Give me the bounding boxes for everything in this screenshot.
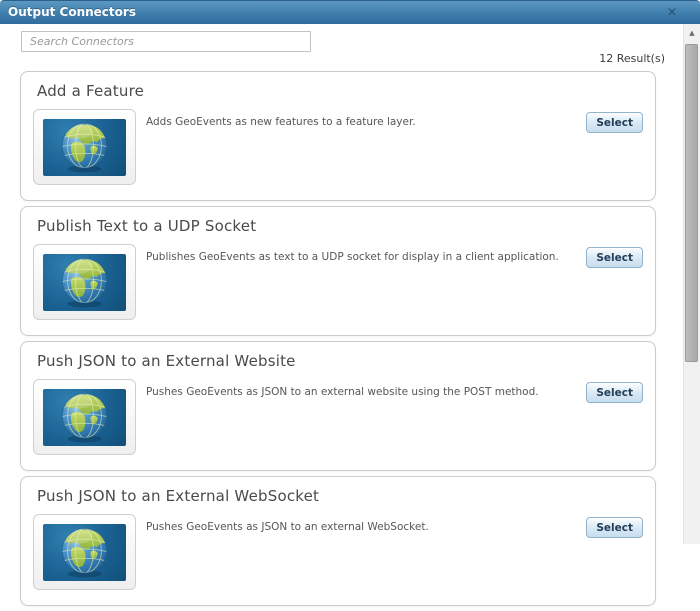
- connector-title: Publish Text to a UDP Socket: [37, 217, 257, 235]
- connector-thumbnail: [33, 379, 136, 455]
- connector-description: Publishes GeoEvents as text to a UDP soc…: [146, 251, 559, 263]
- dialog-title: Output Connectors: [8, 5, 136, 19]
- globe-icon: [43, 253, 126, 311]
- connector-title: Push JSON to an External WebSocket: [37, 487, 320, 505]
- close-icon[interactable]: ✕: [664, 4, 680, 20]
- connector-thumbnail: [33, 514, 136, 590]
- connector-card: Push JSON to an External WebSocket Pushe…: [20, 476, 656, 606]
- globe-icon: [43, 118, 126, 176]
- connector-card: Add a Feature Adds GeoEvents as new feat…: [20, 71, 656, 201]
- connector-title: Push JSON to an External Website: [37, 352, 296, 370]
- connector-card: Push JSON to an External Website Pushes …: [20, 341, 656, 471]
- connector-thumbnail: [33, 244, 136, 320]
- connector-card: Publish Text to a UDP Socket Publishes G…: [20, 206, 656, 336]
- scrollbar-thumb[interactable]: [685, 44, 698, 362]
- connector-list: Add a Feature Adds GeoEvents as new feat…: [20, 71, 656, 611]
- connector-thumbnail: [33, 109, 136, 185]
- connector-description: Pushes GeoEvents as JSON to an external …: [146, 386, 539, 398]
- select-button[interactable]: Select: [586, 517, 643, 538]
- dialog-titlebar: Output Connectors ✕: [0, 0, 700, 24]
- select-button[interactable]: Select: [586, 247, 643, 268]
- connector-description: Pushes GeoEvents as JSON to an external …: [146, 521, 429, 533]
- select-button[interactable]: Select: [586, 112, 643, 133]
- connector-description: Adds GeoEvents as new features to a feat…: [146, 116, 416, 128]
- scroll-up-icon[interactable]: ▲: [684, 26, 700, 40]
- globe-icon: [43, 388, 126, 446]
- search-input[interactable]: [21, 31, 311, 52]
- globe-icon: [43, 523, 126, 581]
- select-button[interactable]: Select: [586, 382, 643, 403]
- results-count: 12 Result(s): [599, 52, 665, 65]
- vertical-scrollbar[interactable]: ▲: [683, 24, 700, 544]
- connector-title: Add a Feature: [37, 82, 145, 100]
